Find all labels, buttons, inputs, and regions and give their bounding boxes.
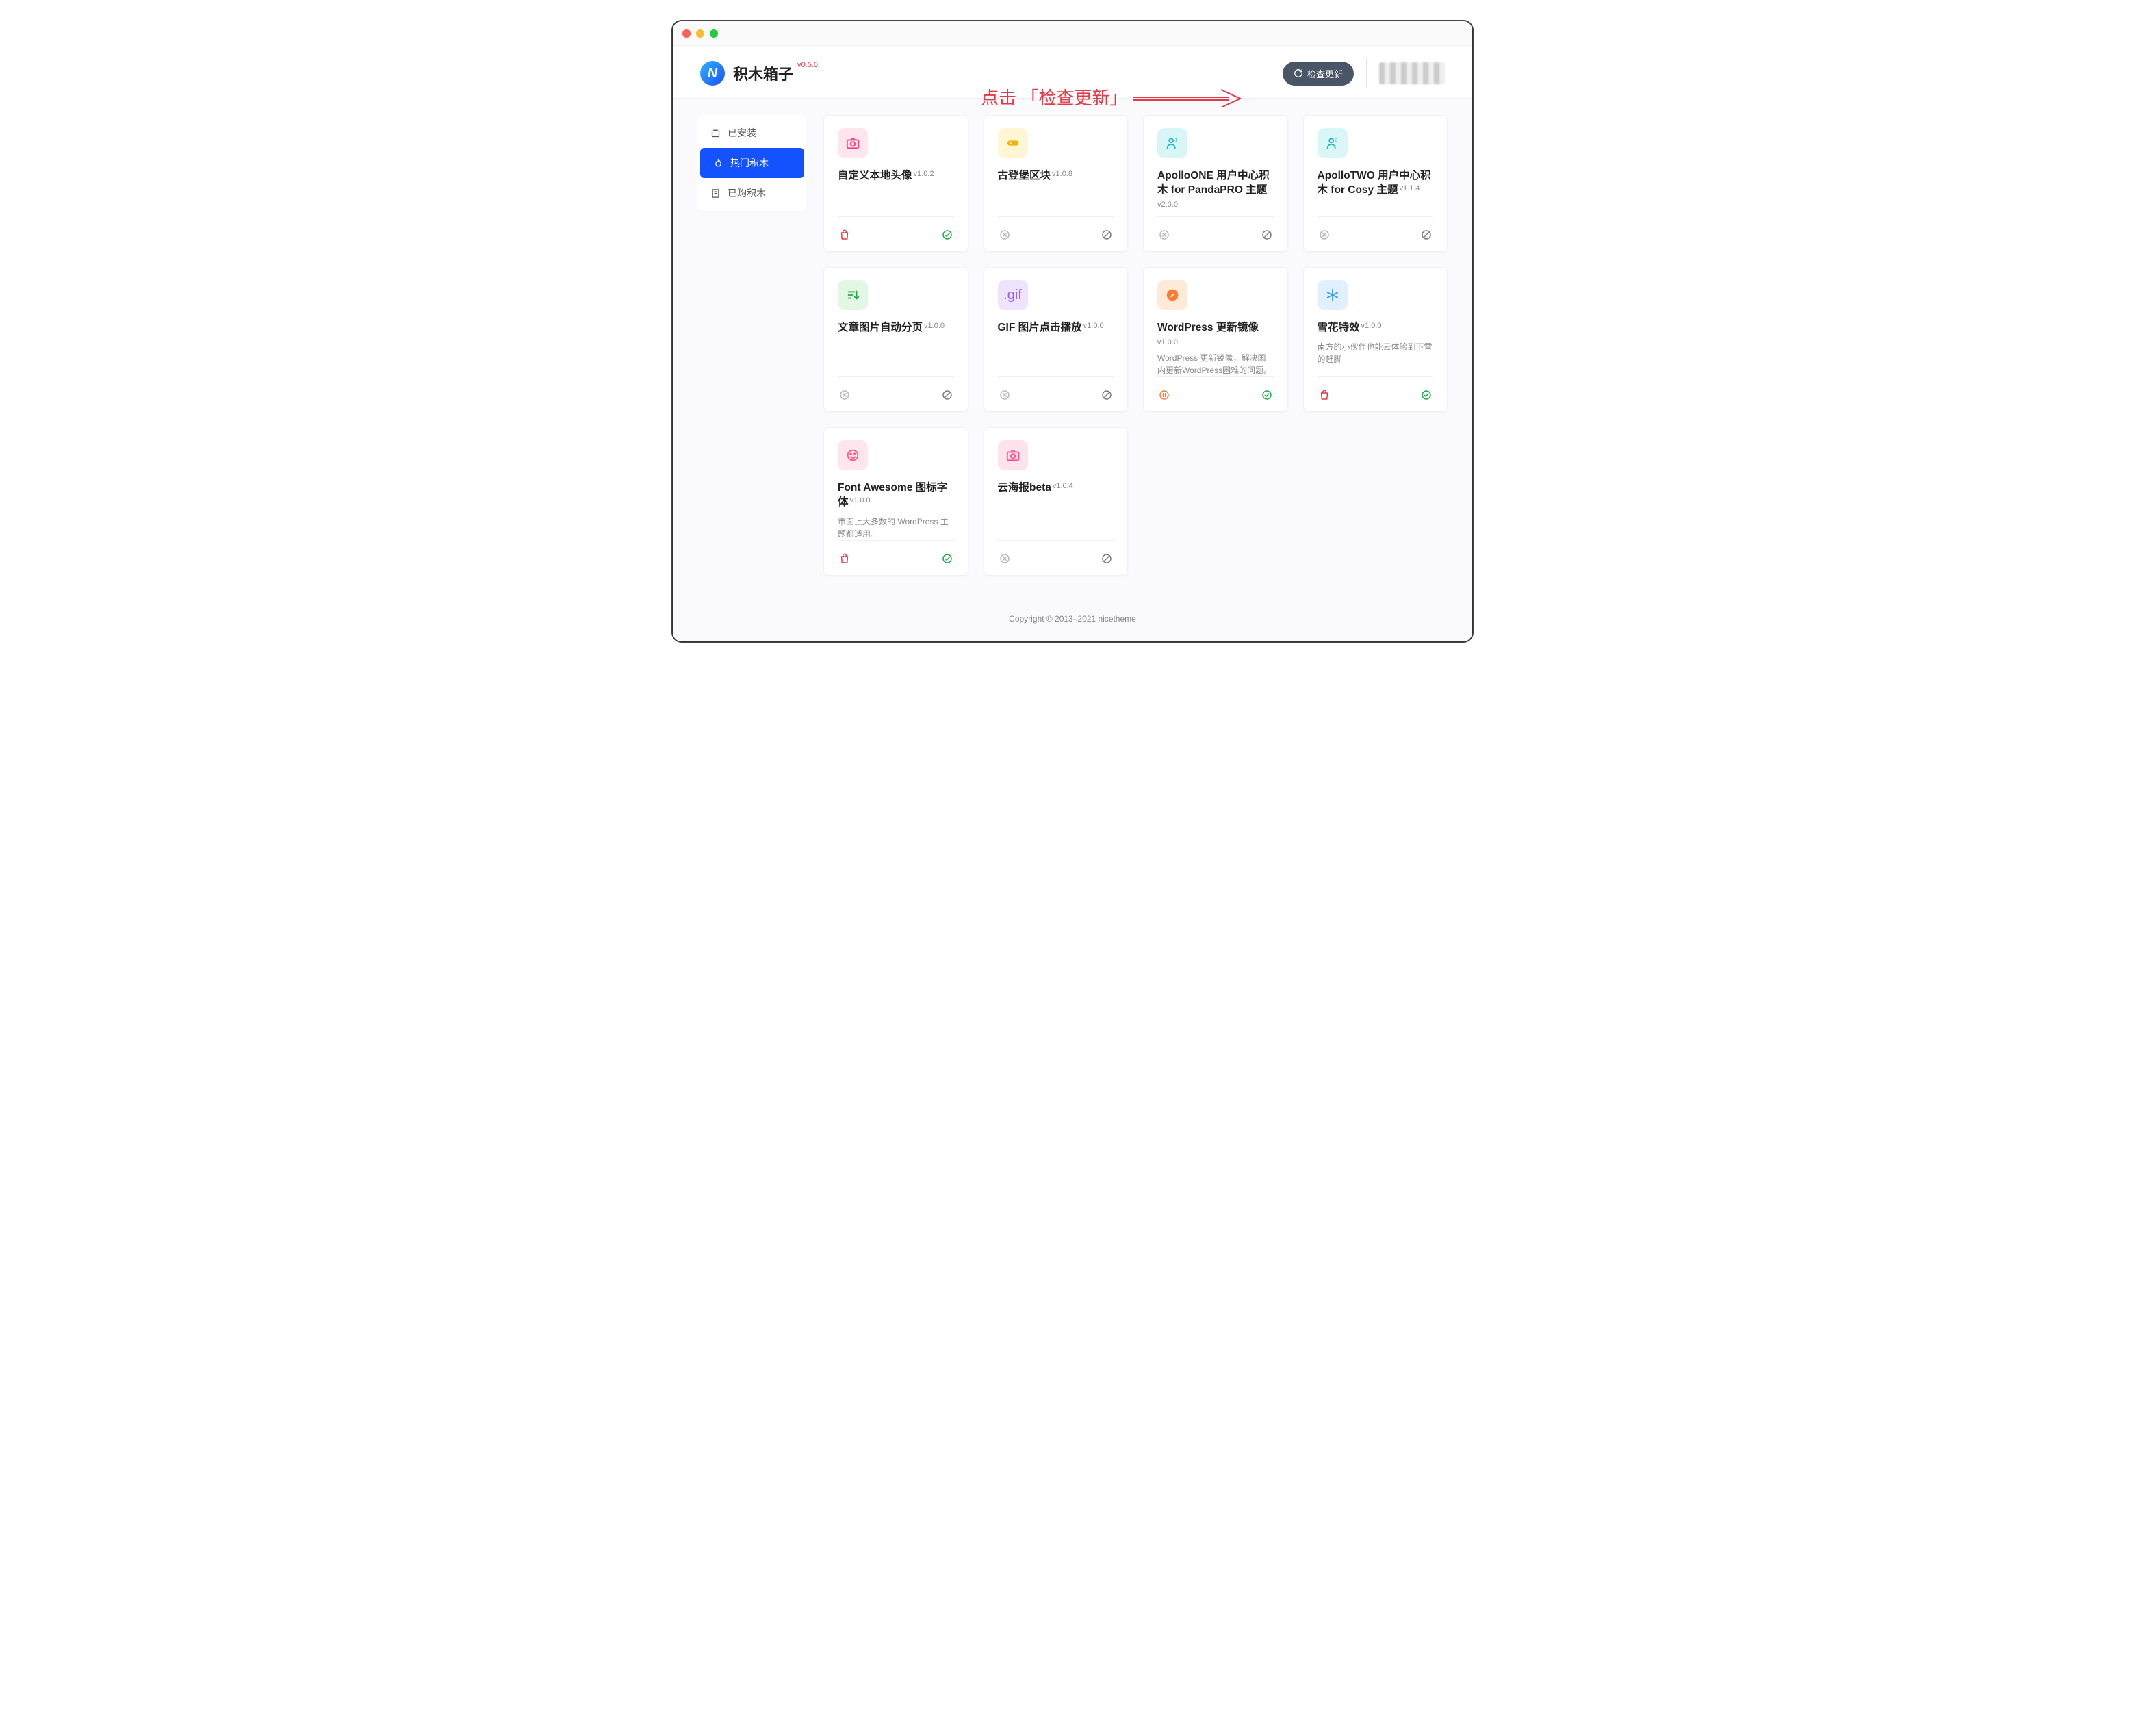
card-description: WordPress 更新镜像，解决国内更新WordPress困难的问题。 (1157, 352, 1274, 376)
plugin-card[interactable]: 自定义本地头像v1.0.2 (823, 115, 968, 252)
plugin-card[interactable]: 1 ApolloONE 用户中心积木 for PandaPRO 主题 v2.0.… (1143, 115, 1288, 252)
card-sub-version: v2.0.0 (1157, 201, 1274, 209)
gif-icon: .gif (998, 280, 1028, 310)
svg-text:2: 2 (1335, 138, 1337, 142)
card-title: 古登堡区块v1.0.8 (998, 169, 1114, 183)
card-status-left-icon[interactable] (998, 228, 1012, 242)
toggle-icon (998, 128, 1028, 158)
smile-icon (838, 440, 868, 470)
card-footer (838, 376, 954, 402)
card-status-right-icon[interactable] (940, 228, 954, 242)
header-divider (1366, 58, 1367, 88)
app-header: N 积木箱子 v0.5.0 检查更新 点击 「检查更新」 (673, 46, 1472, 99)
copyright: Copyright © 2013–2021 nicetheme (1009, 614, 1136, 624)
card-footer (1157, 216, 1274, 242)
footer: Copyright © 2013–2021 nicetheme (673, 600, 1472, 641)
card-status-right-icon[interactable] (1100, 228, 1114, 242)
card-sub-version: v1.0.0 (1157, 338, 1274, 346)
card-title: 云海报betav1.0.4 (998, 481, 1114, 496)
card-status-left-icon[interactable] (1157, 228, 1171, 242)
app-window: N 积木箱子 v0.5.0 检查更新 点击 「检查更新」 (672, 21, 1473, 642)
compass-icon (1157, 280, 1187, 310)
card-status-left-icon[interactable] (1157, 388, 1171, 402)
window-titlebar (673, 21, 1472, 46)
card-footer (998, 540, 1114, 565)
card-description: 市面上大多数的 WordPress 主题都适用。 (838, 515, 954, 540)
card-status-right-icon[interactable] (1420, 388, 1433, 402)
card-title: Font Awesome 图标字体v1.0.0 (838, 481, 954, 510)
fire-icon (712, 157, 723, 168)
user-account-blurred[interactable] (1379, 62, 1445, 84)
app-body: 已安装 热门积木 已购积木 自定义本地头像v1.0.2 (673, 99, 1472, 600)
card-status-left-icon[interactable] (838, 552, 851, 565)
card-status-left-icon[interactable] (838, 388, 851, 402)
card-title: ApolloONE 用户中心积木 for PandaPRO 主题 (1157, 169, 1274, 198)
card-footer (1318, 216, 1434, 242)
check-update-button[interactable]: 检查更新 (1283, 62, 1354, 86)
card-footer (838, 540, 954, 565)
plugin-card[interactable]: .gif GIF 图片点击播放v1.0.0 (984, 267, 1129, 412)
sort-icon (838, 280, 868, 310)
card-status-right-icon[interactable] (940, 552, 954, 565)
receipt-icon (710, 188, 721, 199)
card-footer (1157, 376, 1274, 402)
card-title: ApolloTWO 用户中心积木 for Cosy 主题v1.1.4 (1318, 169, 1434, 198)
sidebar-item-label: 热门积木 (730, 156, 769, 170)
snowflake-icon (1318, 280, 1348, 310)
card-footer (998, 216, 1114, 242)
plugin-card[interactable]: 雪花特效v1.0.0 南方的小伙伴也能云体验到下雪的赶脚 (1303, 267, 1448, 412)
refresh-icon (1294, 68, 1303, 78)
window-minimize-icon[interactable] (696, 29, 704, 38)
camera-icon (838, 128, 868, 158)
card-status-left-icon[interactable] (998, 388, 1012, 402)
sidebar-item-installed[interactable]: 已安装 (697, 118, 807, 148)
card-status-left-icon[interactable] (1318, 388, 1331, 402)
card-status-left-icon[interactable] (998, 552, 1012, 565)
window-close-icon[interactable] (682, 29, 691, 38)
sidebar: 已安装 热门积木 已购积木 (697, 115, 807, 211)
card-status-left-icon[interactable] (1318, 228, 1331, 242)
svg-text:1: 1 (1175, 138, 1178, 142)
camera2-icon (998, 440, 1028, 470)
plugin-card[interactable]: 2 ApolloTWO 用户中心积木 for Cosy 主题v1.1.4 (1303, 115, 1448, 252)
card-footer (1318, 376, 1434, 402)
window-zoom-icon[interactable] (710, 29, 718, 38)
card-title: 自定义本地头像v1.0.2 (838, 169, 954, 183)
card-title: 雪花特效v1.0.0 (1318, 321, 1434, 335)
card-status-right-icon[interactable] (1100, 388, 1114, 402)
card-status-right-icon[interactable] (1100, 552, 1114, 565)
card-title: 文章图片自动分页v1.0.0 (838, 321, 954, 335)
card-footer (998, 376, 1114, 402)
user-2-icon: 2 (1318, 128, 1348, 158)
app-title: 积木箱子 (733, 62, 793, 84)
plugin-card[interactable]: Font Awesome 图标字体v1.0.0 市面上大多数的 WordPres… (823, 427, 968, 576)
plugin-card[interactable]: WordPress 更新镜像 v1.0.0 WordPress 更新镜像，解决国… (1143, 267, 1288, 412)
card-status-right-icon[interactable] (1260, 228, 1274, 242)
card-title: WordPress 更新镜像 (1157, 321, 1274, 335)
box-icon (710, 127, 721, 138)
plugin-card[interactable]: 云海报betav1.0.4 (984, 427, 1129, 576)
plugin-card[interactable]: 文章图片自动分页v1.0.0 (823, 267, 968, 412)
card-description: 南方的小伙伴也能云体验到下雪的赶脚 (1318, 341, 1434, 366)
card-status-right-icon[interactable] (1260, 388, 1274, 402)
sidebar-item-label: 已购积木 (728, 186, 766, 200)
sidebar-item-purchased[interactable]: 已购积木 (697, 178, 807, 208)
card-status-left-icon[interactable] (838, 228, 851, 242)
app-logo-icon: N (700, 61, 725, 86)
plugin-card[interactable]: 古登堡区块v1.0.8 (984, 115, 1129, 252)
card-title: GIF 图片点击播放v1.0.0 (998, 321, 1114, 335)
card-status-right-icon[interactable] (1420, 228, 1433, 242)
card-status-right-icon[interactable] (940, 388, 954, 402)
cards-grid: 自定义本地头像v1.0.2 古登堡区块v1.0.8 1 ApolloONE 用户… (823, 115, 1448, 576)
sidebar-item-hot[interactable]: 热门积木 (700, 148, 804, 178)
check-update-label: 检查更新 (1307, 67, 1343, 80)
app-version: v0.5.0 (797, 61, 818, 69)
card-footer (838, 216, 954, 242)
user-1-icon: 1 (1157, 128, 1187, 158)
sidebar-item-label: 已安装 (728, 126, 756, 140)
